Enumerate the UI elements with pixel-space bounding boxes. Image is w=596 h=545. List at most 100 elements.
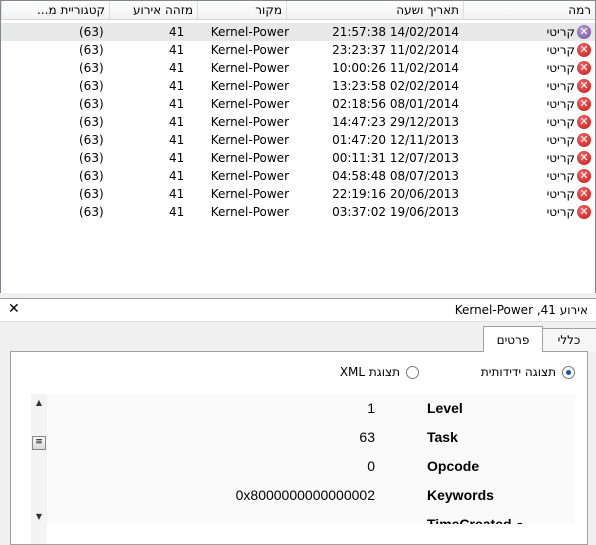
level-cell: ✕ קריטי (545, 59, 591, 77)
level-text: קריטי (546, 97, 575, 111)
column-header-category[interactable]: קטגוריית מ... (1, 1, 109, 20)
scroll-up-arrow[interactable]: ▲ (33, 398, 45, 410)
level-cell: ✕ קריטי (545, 149, 591, 167)
level-text: קריטי (546, 79, 575, 93)
level-text: קריטי (546, 61, 575, 75)
error-icon: ✕ (577, 169, 591, 183)
tab-details[interactable]: פרטים (483, 326, 543, 352)
table-row[interactable]: ✕ קריטי 29/12/2013 14:47:23 Kernel-Power 41(… (1, 113, 595, 131)
radio-xml-view[interactable]: תצוגת XML (340, 364, 419, 380)
scroll-down-arrow[interactable]: ▼ (33, 512, 45, 524)
detail-panel: תצוגה ידידותית תצוגת XML ▲ ≡ ▼ 1 Level 63 T… (10, 351, 588, 545)
property-key: TimeCreated (427, 516, 512, 524)
error-icon: ✕ (577, 187, 591, 201)
table-row[interactable]: ✕ קריטי 08/07/2013 04:58:48 Kernel-Power 41(… (1, 167, 595, 185)
level-text: קריטי (546, 205, 575, 219)
category-cell: (63) (79, 205, 104, 219)
error-icon: ✕ (577, 115, 591, 129)
event-id-cell: 41 (169, 205, 185, 219)
error-icon: ✕ (577, 97, 591, 111)
column-header-level[interactable]: רמה (463, 1, 595, 20)
category-cell: (63) (79, 115, 104, 129)
level-text: קריטי (546, 43, 575, 57)
error-icon: ✕ (577, 43, 591, 57)
event-id-cell: 41 (169, 43, 185, 57)
error-icon: ✕ (577, 205, 591, 219)
column-header-source[interactable]: מקור (197, 1, 286, 20)
event-id-cell: 41 (169, 133, 185, 147)
table-row[interactable]: ✕ קריטי 08/01/2014 02:18:56 Kernel-Power 41(… (1, 95, 595, 113)
category-cell: (63) (79, 25, 104, 39)
table-row[interactable]: ✕ קריטי 14/02/2014 21:57:38 Kernel-Power 41(… (1, 23, 595, 41)
event-id-cell: 41 (169, 187, 185, 201)
property-key: Level (427, 400, 463, 416)
property-value: 0x8000000000000002 (235, 487, 375, 503)
property-value: 0 (367, 458, 375, 474)
table-row[interactable]: ✕ קריטי 12/07/2013 00:11:31 Kernel-Power 41(… (1, 149, 595, 167)
level-cell: ✕ קריטי (545, 167, 591, 185)
level-cell: ✕ קריטי (545, 131, 591, 149)
category-cell: (63) (79, 61, 104, 75)
category-cell: (63) (79, 169, 104, 183)
radio-friendly-label: תצוגה ידידותית (480, 365, 556, 379)
property-row: 0x8000000000000002 Keywords (47, 481, 575, 510)
level-cell: ✕ קריטי (545, 185, 591, 203)
table-row[interactable]: ✕ קריטי 11/02/2014 23:23:37 Kernel-Power 41(… (1, 41, 595, 59)
level-text: קריטי (546, 133, 575, 147)
event-id-cell: 41 (169, 97, 185, 111)
tab-general[interactable]: כללי (541, 328, 596, 352)
radio-xml-label: תצוגת XML (339, 365, 400, 379)
property-row: TimeCreated - (47, 510, 575, 524)
table-row[interactable]: ✕ קריטי 20/06/2013 22:19:16 Kernel-Power 41(… (1, 185, 595, 203)
scroll-thumb[interactable]: ≡ (32, 436, 46, 450)
property-row: 0 Opcode (47, 452, 575, 481)
event-id-cell: 41 (169, 151, 185, 165)
category-cell: (63) (79, 187, 104, 201)
level-cell: ✕ קריטי (545, 41, 591, 59)
error-icon: ✕ (577, 61, 591, 75)
property-row: 63 Task (47, 423, 575, 452)
level-text: קריטי (546, 169, 575, 183)
column-header-datetime[interactable]: תאריך ושעה (286, 1, 463, 20)
level-cell: ✕ קריטי (545, 23, 591, 41)
property-value: 1 (367, 400, 375, 416)
event-id-cell: 41 (169, 79, 185, 93)
category-cell: (63) (79, 43, 104, 57)
property-key: Keywords (427, 487, 494, 503)
table-row[interactable]: ✕ קריטי 19/06/2013 03:37:02 Kernel-Power 41(… (1, 203, 595, 221)
error-icon: ✕ (577, 151, 591, 165)
radio-friendly-view[interactable]: תצוגה ידידותית (481, 364, 575, 380)
error-icon: ✕ (577, 79, 591, 93)
level-text: קריטי (546, 151, 575, 165)
property-key: Task (427, 429, 458, 445)
properties-view: 1 Level 63 Task 0 Opcode 0x8000000000000002 Key… (47, 394, 575, 524)
level-cell: ✕ קריטי (545, 77, 591, 95)
radio-friendly-indicator[interactable] (562, 365, 575, 379)
property-row: 1 Level (47, 394, 575, 423)
table-row[interactable]: ✕ קריטי 11/02/2014 10:00:26 Kernel-Power 41(… (1, 59, 595, 77)
event-id-cell: 41 (169, 25, 185, 39)
level-cell: ✕ קריטי (545, 113, 591, 131)
level-cell: ✕ קריטי (545, 95, 591, 113)
column-header-event-id[interactable]: מזהה אירוע (109, 1, 197, 20)
events-list-header: רמה תאריך ושעה מקור מזהה אירוע קטגוריית … (1, 1, 595, 21)
event-id-cell: 41 (169, 61, 185, 75)
collapse-toggle[interactable]: - (517, 516, 523, 524)
table-row[interactable]: ✕ קריטי 02/02/2014 13:23:58 Kernel-Power 41(… (1, 77, 595, 95)
events-list: רמה תאריך ושעה מקור מזהה אירוע קטגוריית … (0, 0, 596, 294)
vertical-scrollbar[interactable]: ▲ ≡ ▼ (31, 394, 47, 544)
event-id-cell: 41 (169, 115, 185, 129)
radio-xml-indicator[interactable] (406, 365, 419, 379)
level-text: קריטי (546, 25, 575, 39)
table-row[interactable]: ✕ קריטי 12/11/2013 01:47:20 Kernel-Power 41(… (1, 131, 595, 149)
category-cell: (63) (79, 79, 104, 93)
close-icon[interactable]: ✕ (8, 301, 20, 317)
level-cell: ✕ קריטי (545, 203, 591, 221)
error-icon: ✕ (577, 133, 591, 147)
level-text: קריטי (546, 115, 575, 129)
category-cell: (63) (79, 97, 104, 111)
detail-title: אירוע 41, Kernel-Power (454, 303, 588, 317)
property-key: Opcode (427, 458, 480, 474)
property-value: 63 (359, 429, 375, 445)
category-cell: (63) (79, 151, 104, 165)
